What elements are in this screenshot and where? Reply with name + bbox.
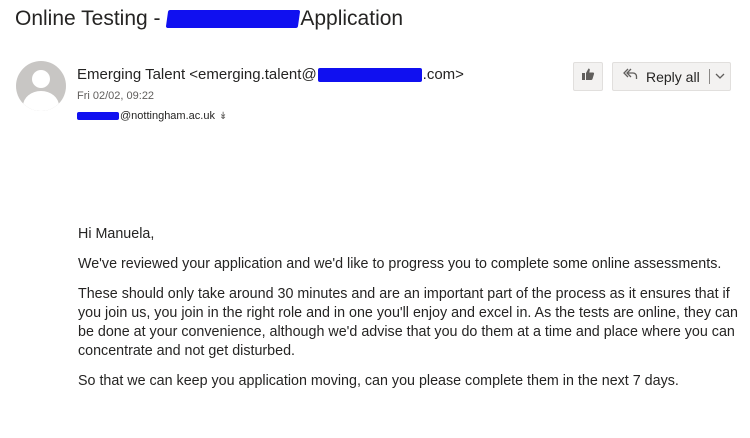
sender-line[interactable]: Emerging Talent <emerging.talent@ .com> xyxy=(77,66,464,83)
chevron-double-down-icon[interactable]: ↡ xyxy=(219,111,227,122)
redaction-mark xyxy=(77,112,119,121)
avatar-head-shape xyxy=(32,70,50,88)
subject-prefix: Online Testing - xyxy=(15,7,167,30)
thumbs-up-icon xyxy=(581,67,595,86)
recipient-line[interactable]: @nottingham.ac.uk ↡ xyxy=(77,110,227,122)
reply-all-icon xyxy=(622,67,638,86)
greeting: Hi Manuela, xyxy=(78,226,155,242)
message-body: Hi Manuela, We've reviewed your applicat… xyxy=(78,225,738,402)
chevron-down-icon[interactable] xyxy=(715,73,725,80)
body-paragraph-2: These should only take around 30 minutes… xyxy=(78,286,739,359)
reply-all-label: Reply all xyxy=(646,68,700,85)
body-paragraph-1: We've reviewed your application and we'd… xyxy=(78,256,722,272)
sender-suffix: .com> xyxy=(422,66,464,83)
avatar-shoulders-shape xyxy=(23,91,59,111)
recipient-suffix: @nottingham.ac.uk xyxy=(120,110,215,122)
body-paragraph-3: So that we can keep you application movi… xyxy=(78,373,679,389)
subject-suffix: Application xyxy=(300,7,404,30)
received-date: Fri 02/02, 09:22 xyxy=(77,90,155,102)
redaction-mark xyxy=(317,68,422,83)
sender-avatar[interactable] xyxy=(16,61,66,111)
reply-all-button[interactable]: Reply all xyxy=(612,62,731,91)
email-subject: Online Testing - Application xyxy=(15,7,403,31)
button-divider xyxy=(708,69,710,84)
sender-prefix: Emerging Talent <emerging.talent@ xyxy=(77,66,317,83)
redaction-mark xyxy=(166,10,301,29)
react-button[interactable] xyxy=(573,62,603,91)
